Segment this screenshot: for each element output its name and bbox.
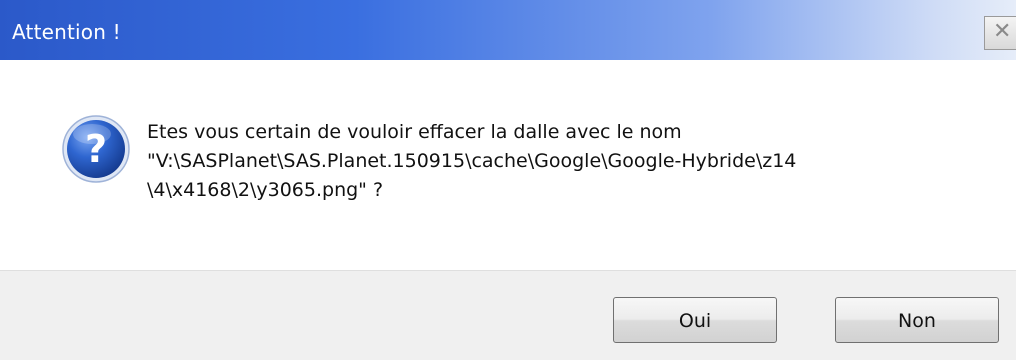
question-icon: ? bbox=[62, 115, 130, 183]
button-bar: Oui Non bbox=[0, 270, 1016, 360]
dialog-message: Etes vous certain de vouloir effacer la … bbox=[147, 121, 797, 201]
yes-button[interactable]: Oui bbox=[613, 297, 777, 343]
close-button[interactable]: ✕ bbox=[984, 16, 1016, 50]
close-icon: ✕ bbox=[993, 19, 1012, 44]
window-title: Attention ! bbox=[12, 20, 121, 44]
svg-text:?: ? bbox=[85, 127, 107, 171]
dialog-body: ? Etes vous certain de vouloir effacer l… bbox=[0, 60, 1016, 270]
title-bar[interactable]: Attention ! ✕ bbox=[0, 0, 1016, 60]
confirm-dialog: Attention ! ✕ ? Etes vous certain de vou… bbox=[0, 0, 1016, 360]
no-button[interactable]: Non bbox=[835, 297, 999, 343]
